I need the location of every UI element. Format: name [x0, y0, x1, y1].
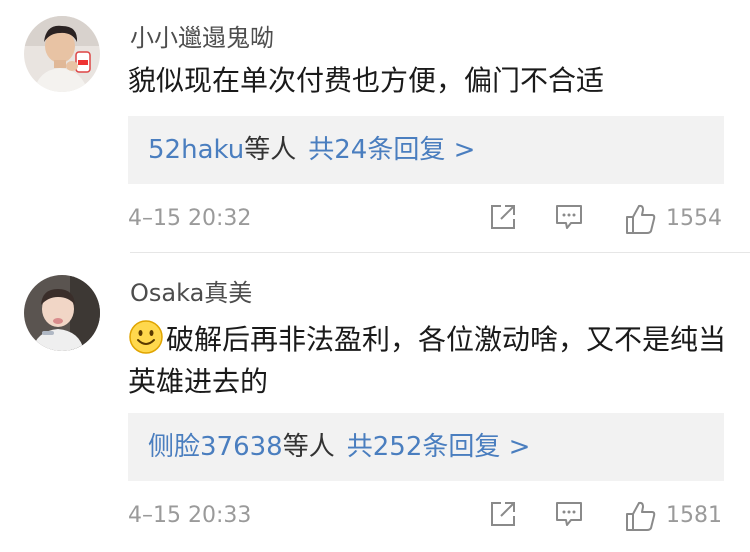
comment-text: 貌似现在单次付费也方便，偏门不合适 — [128, 64, 605, 97]
replies-preview[interactable]: 52haku等人 共24条回复 > — [128, 116, 724, 184]
username[interactable]: 小小邋遢鬼呦 — [130, 24, 274, 52]
avatar-photo-icon — [24, 16, 100, 92]
comment-icon — [556, 205, 582, 229]
thumbs-up-icon — [626, 501, 656, 531]
timestamp: 4–15 20:32 — [128, 206, 252, 231]
comment-button[interactable] — [554, 499, 588, 535]
like-count: 1581 — [666, 503, 722, 528]
comment-list: 小小邋遢鬼呦 貌似现在单次付费也方便，偏门不合适 52haku等人 共24条回复 … — [0, 0, 750, 552]
share-button[interactable] — [488, 202, 522, 238]
comment-meta: 4–15 20:32 1554 — [128, 200, 728, 240]
like-button[interactable]: 1581 — [624, 499, 734, 535]
like-count: 1554 — [666, 206, 722, 231]
share-icon — [491, 205, 515, 229]
view-replies-link[interactable]: 共252条回复 > — [347, 432, 531, 462]
reply-others-label: 等人 — [244, 135, 297, 165]
username[interactable]: Osaka真美 — [130, 279, 252, 307]
smile-emoji-icon — [129, 320, 163, 354]
reply-user-link[interactable]: 侧脸37638 — [148, 432, 283, 462]
view-replies-link[interactable]: 共24条回复 > — [308, 135, 475, 165]
comment-item: 小小邋遢鬼呦 貌似现在单次付费也方便，偏门不合适 52haku等人 共24条回复 … — [0, 0, 750, 252]
comment-text-block: 破解后再非法盈利，各位激动啥，又不是纯当英雄进去的 — [128, 319, 728, 403]
share-icon — [491, 502, 515, 526]
share-button[interactable] — [488, 499, 522, 535]
comment-icon — [556, 502, 582, 526]
replies-preview[interactable]: 侧脸37638等人 共252条回复 > — [128, 413, 724, 481]
avatar[interactable] — [24, 16, 100, 92]
like-button[interactable]: 1554 — [624, 202, 734, 238]
comment-text: 破解后再非法盈利，各位激动啥，又不是纯当英雄进去的 — [128, 323, 727, 398]
comment-button[interactable] — [554, 202, 588, 238]
reply-summary: 侧脸37638等人 共252条回复 > — [148, 431, 530, 463]
reply-user-link[interactable]: 52haku — [148, 135, 244, 165]
comment-item: Osaka真美 破解后再非法盈利，各位激动啥，又不是纯当英雄进去的 侧脸3763… — [0, 253, 750, 552]
thumbs-up-icon — [626, 204, 656, 234]
reply-summary: 52haku等人 共24条回复 > — [148, 134, 475, 166]
reply-others-label: 等人 — [282, 432, 335, 462]
avatar-photo-icon — [24, 275, 100, 351]
avatar[interactable] — [24, 275, 100, 351]
timestamp: 4–15 20:33 — [128, 503, 252, 528]
comment-meta: 4–15 20:33 1581 — [128, 497, 728, 537]
